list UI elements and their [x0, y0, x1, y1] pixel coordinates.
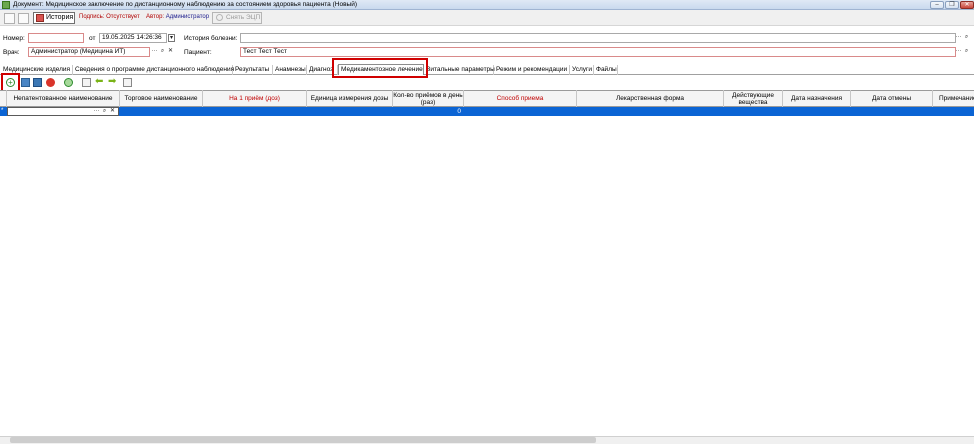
history-field-label: История болезни: — [184, 35, 238, 42]
patient-select-icon[interactable]: ··· — [955, 48, 962, 56]
save-row-icon[interactable] — [33, 78, 42, 87]
tab-results[interactable]: Результаты — [233, 65, 273, 75]
cell-clear-icon[interactable]: ✕ — [109, 108, 116, 116]
minimize-button[interactable]: – — [930, 1, 944, 9]
author-status: Автор: Администратор — [146, 14, 209, 20]
tab-anamnesis[interactable]: Анамнезы — [273, 65, 307, 75]
tab-remote-monitoring[interactable]: Сведения о программе дистанционного набл… — [73, 65, 234, 75]
doctor-label: Врач: — [3, 49, 20, 56]
table-row[interactable] — [0, 107, 974, 116]
doctor-search-icon[interactable]: ⌕ — [159, 48, 166, 56]
columns-icon[interactable] — [82, 78, 91, 87]
number-input[interactable] — [28, 33, 84, 43]
col-active-substances[interactable]: Действующие вещества — [724, 90, 783, 107]
active-tab-highlight — [332, 58, 428, 78]
tab-vital-parameters[interactable]: Витальные параметры — [424, 65, 495, 75]
close-button[interactable]: ✕ — [960, 1, 974, 9]
tab-services[interactable]: Услуги — [570, 65, 594, 75]
history-input[interactable] — [240, 33, 956, 43]
patient-input[interactable]: Тест Тест Тест — [240, 47, 956, 57]
new-row-marker: * — [1, 108, 4, 114]
export-icon[interactable] — [123, 78, 132, 87]
arrow-left-icon[interactable]: ⬅ — [95, 77, 104, 87]
col-nonproprietary-name[interactable]: Непатентованное наименование — [7, 90, 120, 107]
col-intakes-per-day[interactable]: Кол-во приёмов в день (раз) — [393, 90, 464, 107]
signature-status: Подпись: Отсутствует — [79, 14, 140, 20]
document-icon — [2, 1, 10, 9]
cell-select-icon[interactable]: ··· — [93, 108, 100, 116]
save-icon[interactable] — [4, 13, 15, 24]
restore-button[interactable]: ❐ — [945, 1, 959, 9]
edit-icon[interactable] — [21, 78, 30, 87]
col-dosage-form[interactable]: Лекарственная форма — [577, 90, 724, 107]
history-search-icon[interactable]: ⌕ — [963, 34, 970, 42]
delete-icon[interactable] — [46, 78, 55, 87]
col-trade-name[interactable]: Торговое наименование — [120, 90, 203, 107]
col-intake-method[interactable]: Способ приема — [464, 90, 577, 107]
doctor-clear-icon[interactable]: ✕ — [167, 48, 174, 56]
patient-label: Пациент: — [184, 49, 212, 56]
horizontal-scrollbar-thumb[interactable] — [10, 437, 596, 443]
author-value: Администратор — [165, 14, 210, 20]
history-icon — [36, 14, 44, 22]
refresh-icon[interactable] — [64, 78, 73, 87]
history-select-icon[interactable]: ··· — [955, 34, 962, 42]
tab-regime-recommendations[interactable]: Режим и рекомендации — [494, 65, 570, 75]
col-prescription-date[interactable]: Дата назначения — [783, 90, 851, 107]
window-title: Документ: Медицинское заключение по дист… — [13, 1, 357, 8]
doctor-select-icon[interactable]: ··· — [151, 48, 158, 56]
patient-search-icon[interactable]: ⌕ — [963, 48, 970, 56]
col-dose-unit[interactable]: Единица измерения дозы — [307, 90, 393, 107]
author-label: Автор: — [146, 14, 165, 20]
cell-search-icon[interactable]: ⌕ — [101, 108, 108, 116]
arrow-right-icon[interactable]: ➡ — [108, 77, 117, 87]
print-icon[interactable] — [18, 13, 29, 24]
number-label: Номер: — [3, 35, 25, 42]
calendar-dropdown-icon[interactable]: ▾ — [168, 34, 175, 42]
col-dose-per-intake[interactable]: На 1 приём (доз) — [203, 90, 307, 107]
col-note[interactable]: Примечание — [933, 90, 974, 107]
col-cancel-date[interactable]: Дата отмены — [851, 90, 933, 107]
doctor-input[interactable]: Администратор (Медицина ИТ) — [28, 47, 150, 57]
cancel-icon — [216, 14, 223, 21]
intakes-per-day-cell[interactable]: 0 — [393, 107, 463, 116]
grid-indicator-header — [0, 90, 7, 107]
date-input[interactable]: 19.05.2025 14:26:36 — [99, 33, 167, 43]
from-label: от — [89, 35, 96, 42]
tab-files[interactable]: Файлы — [594, 65, 618, 75]
